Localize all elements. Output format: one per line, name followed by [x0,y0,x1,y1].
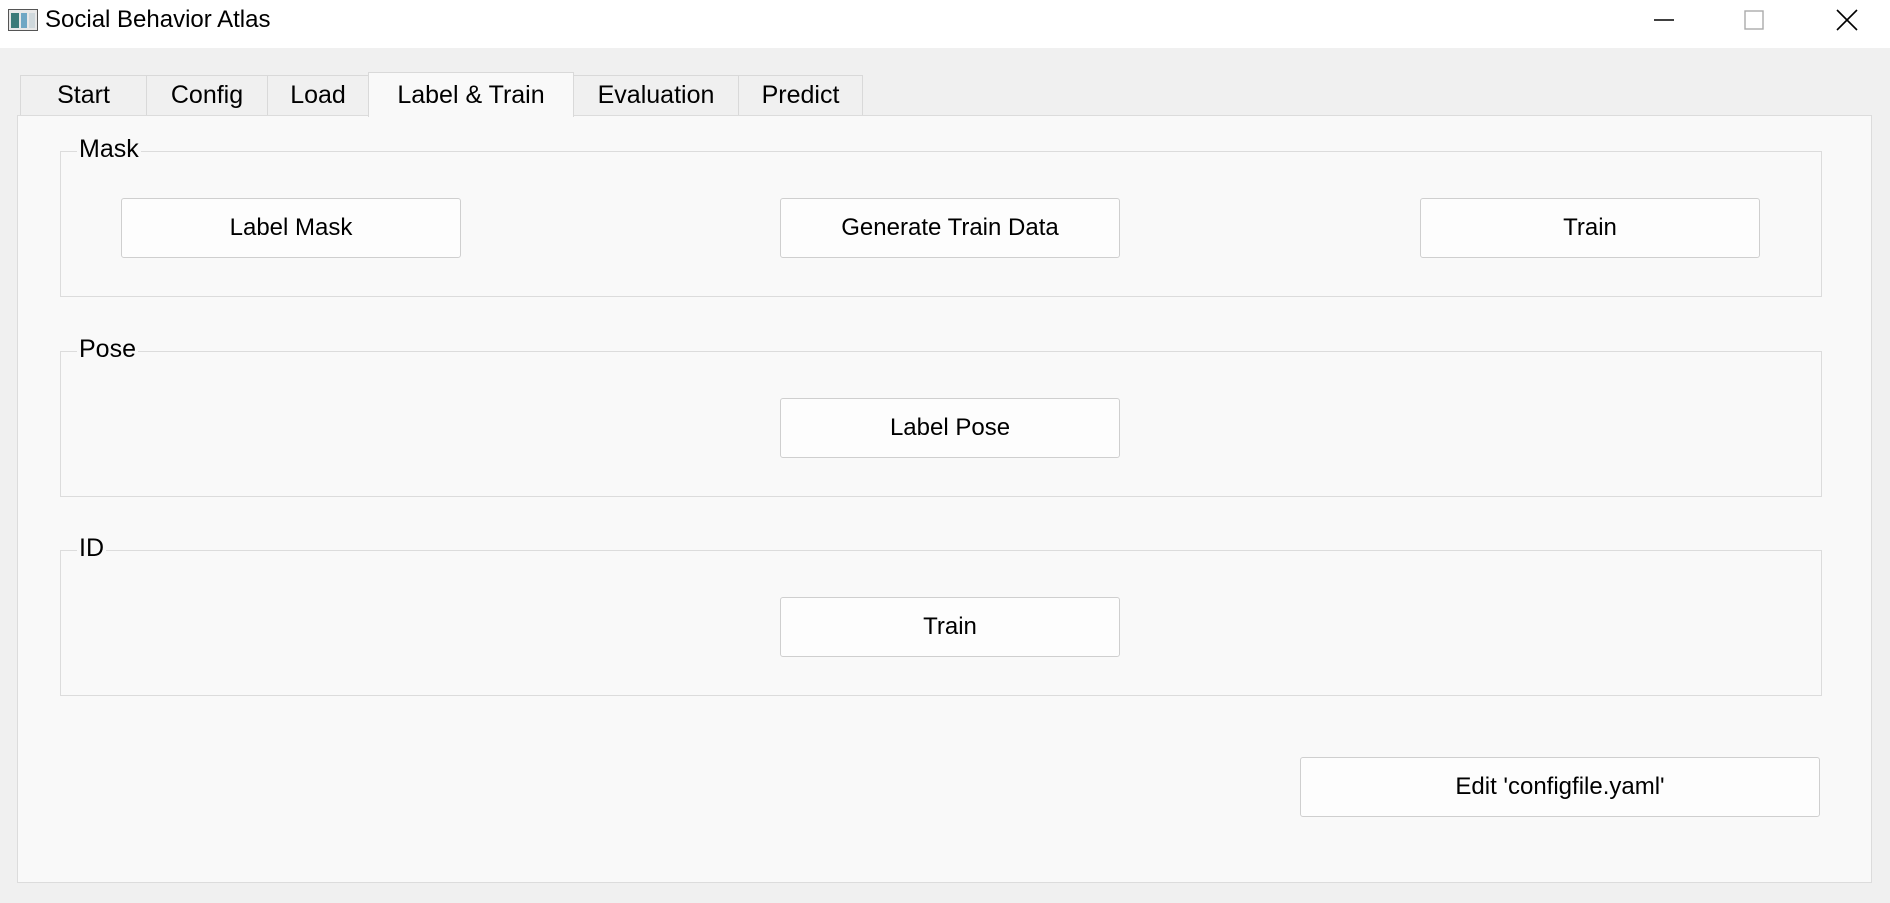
close-icon [1836,9,1858,31]
maximize-button[interactable] [1724,0,1784,40]
id-group-title: ID [77,531,106,565]
label-pose-button[interactable]: Label Pose [780,398,1120,458]
mask-group: Mask Label Mask Generate Train Data Trai… [60,132,1822,297]
edit-config-button[interactable]: Edit 'configfile.yaml' [1300,757,1820,817]
tab-label-train[interactable]: Label & Train [368,72,574,117]
minimize-icon [1654,19,1674,21]
label-mask-button[interactable]: Label Mask [121,198,461,258]
close-button[interactable] [1817,0,1877,40]
tab-evaluation[interactable]: Evaluation [573,75,739,115]
tab-predict[interactable]: Predict [738,75,863,115]
pose-group: Pose Label Pose [60,332,1822,497]
label-train-panel: Mask Label Mask Generate Train Data Trai… [17,115,1872,883]
minimize-button[interactable] [1634,0,1694,40]
app-icon [8,9,38,31]
mask-train-button[interactable]: Train [1420,198,1760,258]
generate-train-data-button[interactable]: Generate Train Data [780,198,1120,258]
title-bar: Social Behavior Atlas [0,0,1890,48]
id-group: ID Train [60,531,1822,696]
maximize-icon [1744,10,1764,30]
id-train-button[interactable]: Train [780,597,1120,657]
tab-start[interactable]: Start [20,75,147,115]
tab-config[interactable]: Config [146,75,268,115]
window-title: Social Behavior Atlas [45,6,271,33]
pose-group-title: Pose [77,332,138,366]
tab-load[interactable]: Load [267,75,369,115]
mask-group-title: Mask [77,132,141,166]
